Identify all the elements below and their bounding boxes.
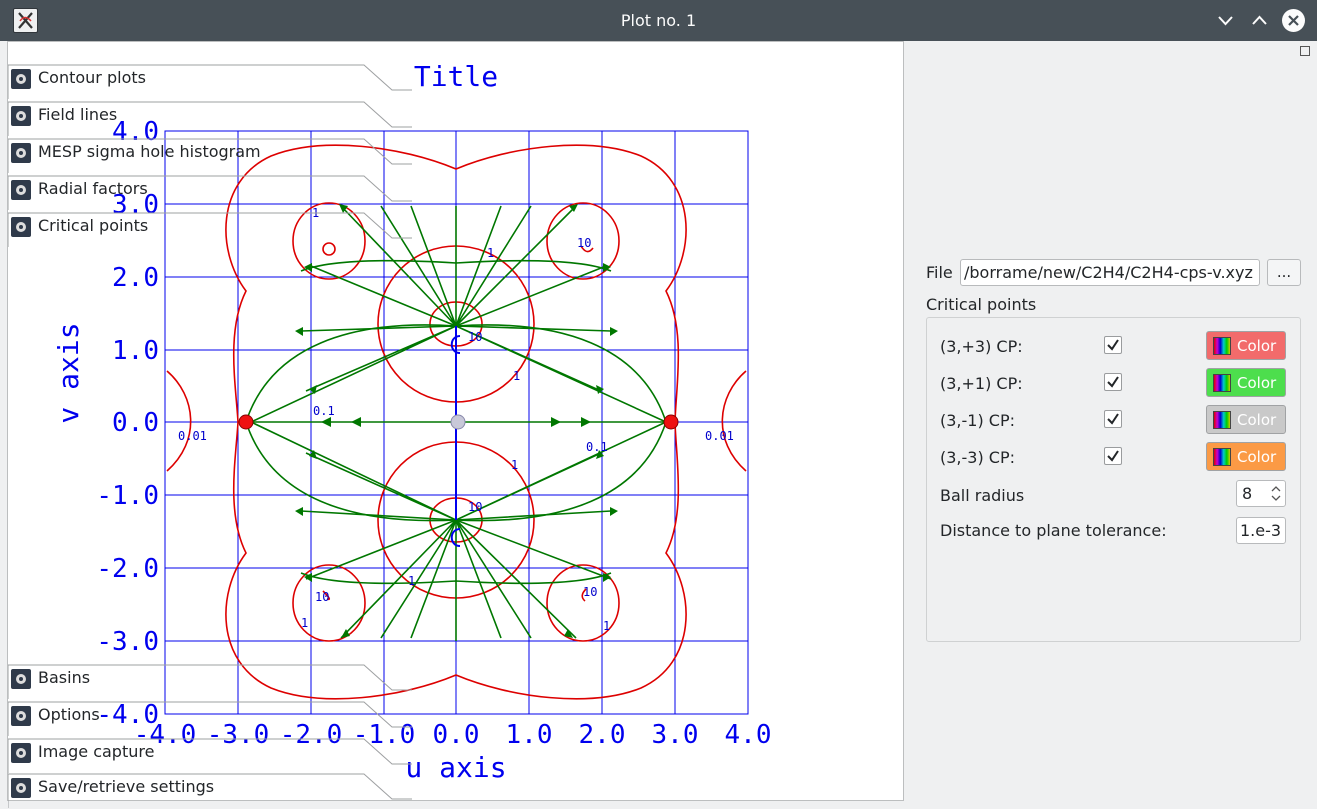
tab-radial-factors[interactable]: Radial factors [8,174,412,211]
cp-3m1-checkbox[interactable] [1104,410,1122,428]
tolerance-input[interactable]: 1.e-3 [1236,517,1286,544]
color-button-label: Color [1237,374,1277,392]
gear-icon [11,743,31,763]
tab-label: Contour plots [38,68,146,87]
x-tick: 4.0 [725,720,772,750]
ball-radius-spinbox[interactable]: 8 [1236,480,1286,507]
color-swatch-icon [1213,411,1231,429]
svg-text:0.01: 0.01 [178,429,207,443]
cp-3p3-color-button[interactable]: Color [1206,331,1286,360]
cp-3p3-checkbox[interactable] [1104,336,1122,354]
x-axis-label: u axis [405,751,506,784]
y-tick: -2.0 [96,554,159,584]
ring-cp-center [450,414,466,430]
gear-icon [11,669,31,689]
nuclear-cp-left [238,414,254,430]
ball-radius-label: Ball radius [940,486,1025,505]
x-tick: 1.0 [506,720,553,750]
nuclear-cp-right [663,414,679,430]
svg-text:1: 1 [603,619,610,633]
gear-icon [11,217,31,237]
file-label: File [926,263,953,282]
gear-icon [11,706,31,726]
tab-label: Image capture [38,742,155,761]
color-button-label: Color [1237,448,1277,466]
color-button-label: Color [1237,337,1277,355]
svg-text:10: 10 [468,500,482,514]
cp-label-3p3: (3,+3) CP: [940,337,1023,356]
maximize-button[interactable] [1247,8,1272,33]
cp-3m3-color-button[interactable]: Color [1206,442,1286,471]
svg-text:10: 10 [315,590,329,604]
tab-basins[interactable]: Basins [8,663,412,700]
svg-text:0.01: 0.01 [705,429,734,443]
svg-text:1: 1 [408,574,415,588]
tab-label: Save/retrieve settings [38,777,215,796]
tab-field-lines[interactable]: Field lines [8,100,412,137]
y-tick: -1.0 [96,481,159,511]
cp-label-3m1: (3,-1) CP: [940,411,1015,430]
tab-image-capture[interactable]: Image capture [8,737,412,774]
window-title: Plot no. 1 [620,11,697,30]
gear-icon [11,106,31,126]
color-swatch-icon [1213,374,1231,392]
minimize-button[interactable] [1213,8,1238,33]
svg-text:1: 1 [513,369,520,383]
svg-text:1: 1 [511,458,518,472]
y-tick: 2.0 [112,263,159,293]
y-tick: 0.0 [112,408,159,438]
tab-label: Radial factors [38,179,148,198]
tab-label: MESP sigma hole histogram [38,142,261,161]
tab-mesp-sigma-hole-histogram[interactable]: MESP sigma hole histogram [8,137,412,174]
x-tick: 0.0 [433,720,480,750]
tab-label: Critical points [38,216,149,235]
svg-text:10: 10 [577,236,591,250]
title-bar: Plot no. 1 [0,0,1317,41]
cp-3m1-color-button[interactable]: Color [1206,405,1286,434]
cp-label-3m3: (3,-3) CP: [940,448,1015,467]
cp-3p1-checkbox[interactable] [1104,373,1122,391]
color-swatch-icon [1213,337,1231,355]
svg-text:1: 1 [487,246,494,260]
plot-title: Title [414,60,498,93]
ball-radius-value: 8 [1242,484,1253,503]
x-tick: 2.0 [579,720,626,750]
browse-button[interactable]: ... [1267,259,1301,286]
cp-3m3-checkbox[interactable] [1104,447,1122,465]
y-axis-label: v axis [52,322,85,423]
svg-text:10: 10 [468,330,482,344]
tab-critical-points[interactable]: Critical points [8,211,412,248]
tab-options[interactable]: Options [8,700,412,737]
gear-icon [11,143,31,163]
svg-text:1: 1 [301,616,308,630]
cp-3p1-color-button[interactable]: Color [1206,368,1286,397]
color-button-label: Color [1237,411,1277,429]
svg-text:0.1: 0.1 [313,404,335,418]
tab-label: Basins [38,668,91,687]
tab-label: Options [38,705,100,724]
y-tick: 1.0 [112,336,159,366]
gear-icon [11,69,31,89]
gear-icon [11,180,31,200]
tab-save-retrieve-settings[interactable]: Save/retrieve settings [8,772,412,809]
undock-icon[interactable] [1300,46,1310,56]
svg-text:10: 10 [583,585,597,599]
tab-contour-plots[interactable]: Contour plots [8,63,412,100]
tolerance-label: Distance to plane tolerance: [940,521,1167,540]
file-path-input[interactable]: /borrame/new/C2H4/C2H4-cps-v.xyz [960,259,1260,286]
cp-label-3p1: (3,+1) CP: [940,374,1023,393]
gear-icon [11,778,31,798]
tab-label: Field lines [38,105,118,124]
y-tick: -3.0 [96,627,159,657]
svg-text:0.1: 0.1 [586,440,608,454]
spin-arrows-icon[interactable] [1270,484,1282,503]
color-swatch-icon [1213,448,1231,466]
group-title: Critical points [926,295,1037,314]
x-tick: 3.0 [652,720,699,750]
close-button[interactable] [1281,8,1306,33]
bond-paths [450,326,461,547]
